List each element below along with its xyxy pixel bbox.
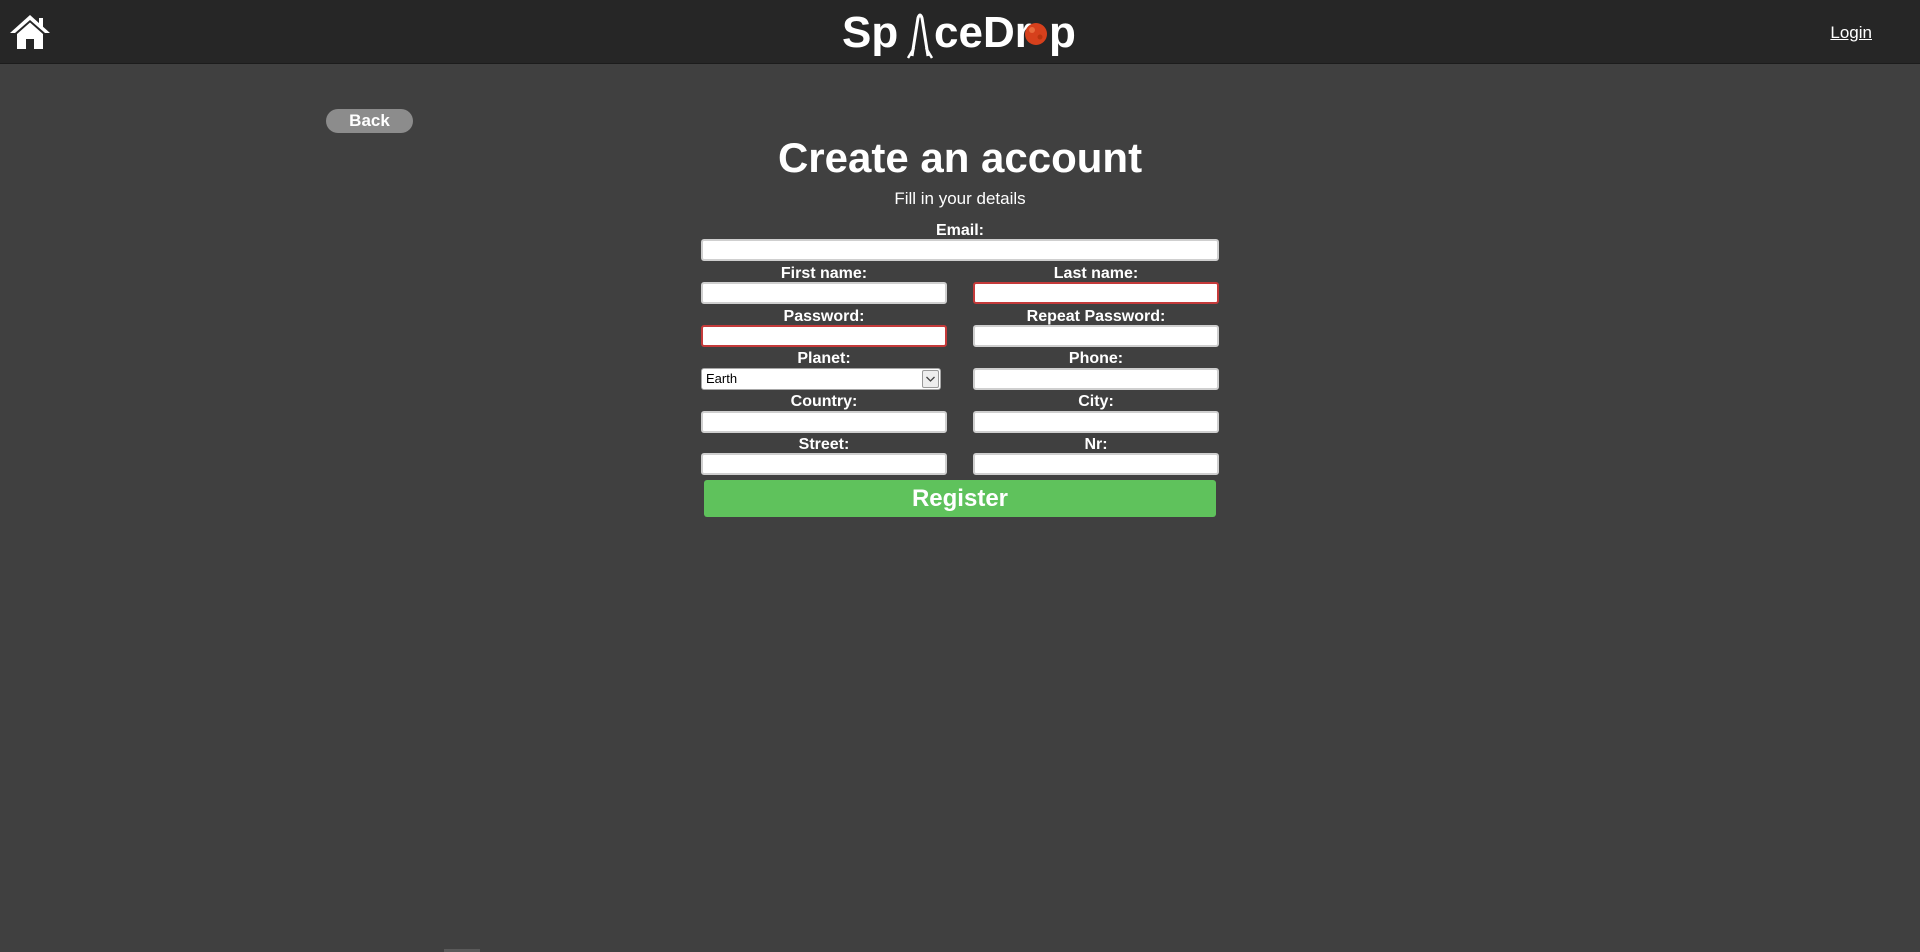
planet-select[interactable]: Earth <box>701 368 941 390</box>
city-field[interactable] <box>973 411 1219 433</box>
first-name-field[interactable] <box>701 282 947 304</box>
country-field[interactable] <box>701 411 947 433</box>
nr-label: Nr: <box>1084 436 1108 453</box>
planet-selected-value: Earth <box>706 371 738 386</box>
phone-label: Phone: <box>1068 350 1124 367</box>
email-label: Email: <box>935 222 984 239</box>
repeat-password-label: Repeat Password: <box>1026 308 1166 325</box>
last-name-label: Last name: <box>1053 265 1139 282</box>
page-subtitle: Fill in your details <box>894 189 1026 208</box>
city-label: City: <box>1078 393 1114 410</box>
home-icon[interactable] <box>8 12 52 52</box>
planet-label: Planet: <box>797 350 851 367</box>
login-link[interactable]: Login <box>1830 23 1872 43</box>
back-button[interactable]: Back <box>326 109 413 133</box>
email-field[interactable] <box>701 239 1219 261</box>
rocket-icon <box>906 13 934 59</box>
nr-field[interactable] <box>973 453 1219 475</box>
street-field[interactable] <box>701 453 947 475</box>
password-label: Password: <box>783 308 865 325</box>
street-label: Street: <box>798 436 850 453</box>
first-name-label: First name: <box>780 265 868 282</box>
country-label: Country: <box>790 393 858 410</box>
top-bar: Sp ceDr p Login <box>0 0 1920 64</box>
svg-text:ceDr: ceDr <box>934 8 1032 57</box>
password-field[interactable] <box>701 325 947 347</box>
repeat-password-field[interactable] <box>973 325 1219 347</box>
svg-text:p: p <box>1049 8 1076 57</box>
spacedrop-logo[interactable]: Sp ceDr p <box>840 4 1080 60</box>
planet-icon <box>1025 23 1047 45</box>
register-button[interactable]: Register <box>704 480 1216 517</box>
chevron-down-icon[interactable] <box>922 370 939 388</box>
last-name-field[interactable] <box>973 282 1219 304</box>
svg-text:Sp: Sp <box>842 8 898 57</box>
phone-field[interactable] <box>973 368 1219 390</box>
page-title: Create an account <box>777 134 1143 181</box>
